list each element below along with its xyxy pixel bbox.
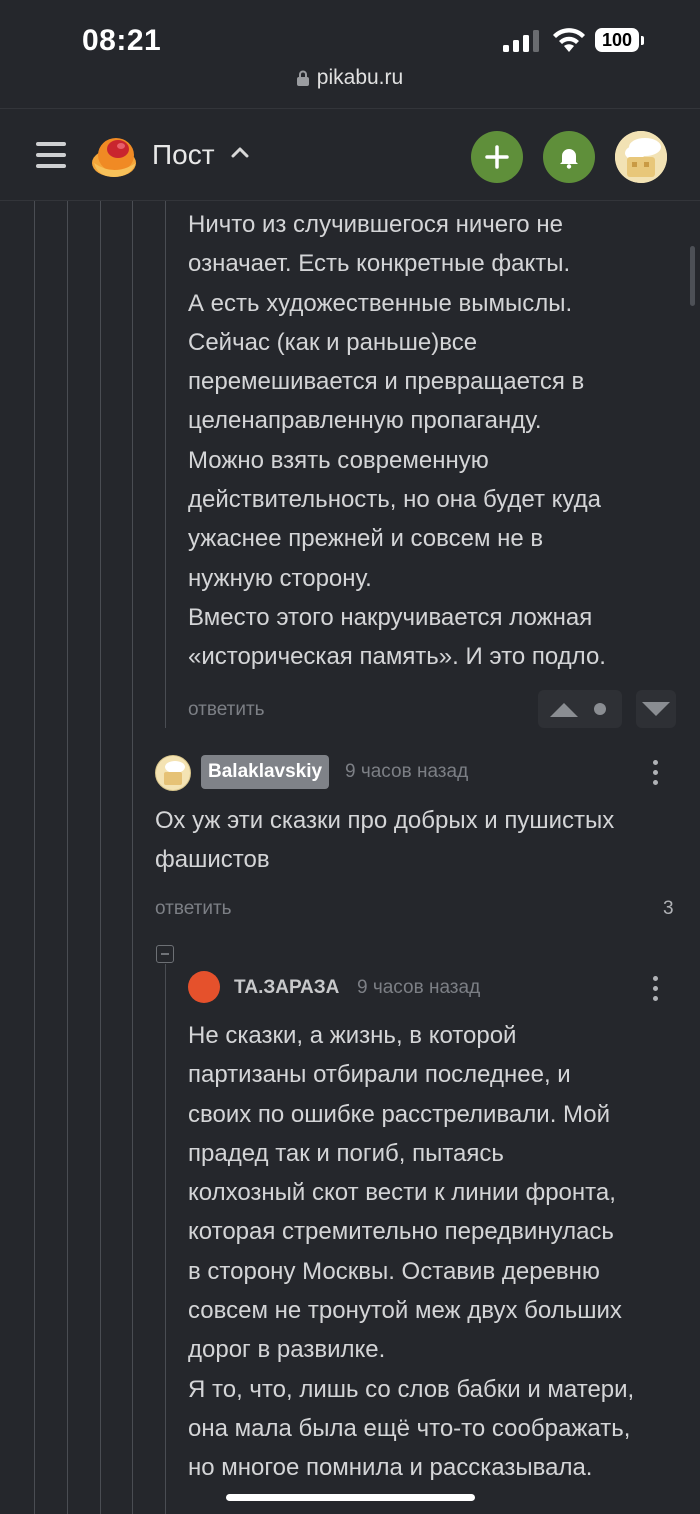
upvote-icon[interactable] (538, 690, 622, 728)
comment-rating: 3 (663, 898, 674, 919)
thread-line (67, 201, 68, 1514)
minus-icon (161, 953, 169, 955)
comment-avatar[interactable] (155, 755, 191, 791)
battery-level: 100 (595, 28, 639, 52)
page-title[interactable]: Пост (152, 139, 215, 171)
reply-button[interactable]: ответить (188, 699, 265, 721)
clock: 08:21 (82, 24, 162, 57)
author-name[interactable]: ТА.ЗАРАЗА (234, 977, 339, 999)
scrollbar[interactable] (690, 246, 695, 306)
hamburger-icon[interactable] (36, 142, 66, 168)
url-text: pikabu.ru (316, 66, 404, 89)
thread-line (100, 201, 101, 1514)
user-avatar[interactable] (615, 131, 667, 183)
home-indicator[interactable] (226, 1494, 475, 1501)
wifi-icon (553, 28, 585, 52)
comment-time: 9 часов назад (357, 977, 481, 998)
address-bar[interactable]: pikabu.ru (0, 66, 700, 100)
comment-text: Ох уж эти сказки про добрых и пушистых ф… (155, 807, 615, 874)
avatar-image-icon (164, 761, 185, 785)
avatar-image-icon (615, 131, 667, 183)
pikabu-logo-icon[interactable] (90, 133, 138, 179)
downvote-button[interactable] (636, 690, 676, 728)
more-options-icon[interactable] (653, 976, 659, 1006)
vote-controls (538, 690, 622, 728)
add-post-button[interactable] (471, 131, 523, 183)
notifications-button[interactable] (543, 131, 595, 183)
author-name: Balaklavskiy (208, 761, 323, 782)
thread-line (165, 201, 166, 728)
lock-icon (296, 71, 309, 87)
author-badge[interactable]: Balaklavskiy (201, 755, 330, 789)
collapse-toggle[interactable] (156, 945, 174, 963)
battery-icon: 100 (595, 28, 645, 54)
status-bar: 08:21 100 pikabu.ru (0, 0, 700, 108)
comment-text: Не сказки, а жизнь, в которой партизаны … (188, 1022, 635, 1482)
chevron-up-icon[interactable] (231, 145, 249, 159)
site-header: Пост (0, 109, 700, 201)
cellular-signal-icon (503, 30, 539, 52)
comment-time: 9 часов назад (345, 761, 469, 782)
comment-avatar[interactable] (188, 971, 220, 1003)
thread-line (34, 201, 35, 1514)
downvote-icon (642, 702, 670, 716)
thread-line (132, 201, 133, 1514)
plus-icon (485, 145, 509, 169)
comment-text: Ничто из случившегося ничего не означает… (188, 211, 606, 671)
bell-icon (560, 149, 578, 169)
reply-button[interactable]: ответить (155, 898, 232, 920)
more-options-icon[interactable] (653, 760, 659, 790)
thread-line (165, 964, 166, 1514)
divider (0, 200, 700, 201)
